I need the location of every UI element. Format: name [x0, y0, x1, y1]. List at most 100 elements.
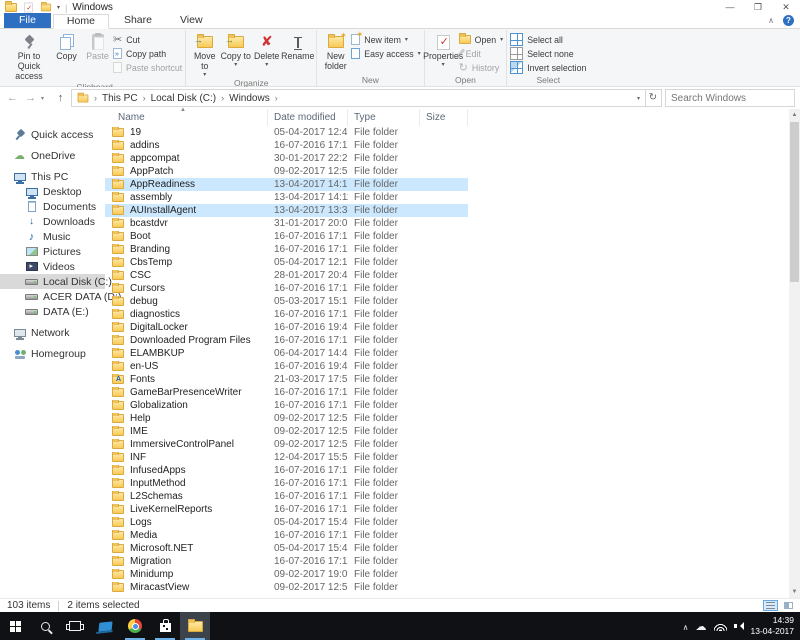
move-to-button[interactable]: → Move to▾ — [189, 30, 220, 78]
file-row[interactable]: Logs05-04-2017 15:40File folder — [105, 516, 468, 529]
back-icon[interactable]: ← — [5, 92, 20, 104]
file-row[interactable]: debug05-03-2017 15:17File folder — [105, 295, 468, 308]
file-row[interactable]: ImmersiveControlPanel09-02-2017 12:56Fil… — [105, 438, 468, 451]
file-row[interactable]: InputMethod16-07-2016 17:17File folder — [105, 477, 468, 490]
wifi-icon[interactable] — [714, 622, 727, 631]
copy-path-button[interactable]: Copy path — [113, 47, 182, 60]
file-row[interactable]: AUInstallAgent13-04-2017 13:38File folde… — [105, 204, 468, 217]
sidebar-item-videos[interactable]: Videos — [0, 259, 105, 274]
address-dropdown-icon[interactable]: ▾ — [637, 95, 640, 102]
refresh-icon[interactable]: ↻ — [645, 89, 662, 107]
file-row[interactable]: Help09-02-2017 12:56File folder — [105, 412, 468, 425]
sidebar-item-homegroup[interactable]: Homegroup — [0, 346, 105, 361]
task-view-button[interactable] — [60, 612, 90, 640]
new-item-button[interactable]: New item▾ — [351, 33, 420, 46]
vertical-scrollbar[interactable]: ▲ ▼ — [789, 109, 800, 598]
file-row[interactable]: INF12-04-2017 15:51File folder — [105, 451, 468, 464]
paste-shortcut-button[interactable]: Paste shortcut — [113, 61, 182, 74]
sidebar-item-quick-access[interactable]: Quick access — [0, 127, 105, 142]
file-row[interactable]: diagnostics16-07-2016 17:17File folder — [105, 308, 468, 321]
details-view-button[interactable] — [763, 600, 778, 611]
breadcrumb-windows[interactable]: Windows — [229, 93, 270, 104]
file-row[interactable]: Boot16-07-2016 17:17File folder — [105, 230, 468, 243]
file-row[interactable]: CSC28-01-2017 20:42File folder — [105, 269, 468, 282]
file-row[interactable]: assembly13-04-2017 14:11File folder — [105, 191, 468, 204]
file-row[interactable]: appcompat30-01-2017 22:21File folder — [105, 152, 468, 165]
file-row[interactable]: Cursors16-07-2016 17:17File folder — [105, 282, 468, 295]
column-header-size[interactable]: Size — [420, 109, 468, 126]
column-header-name[interactable]: Name▲ — [105, 109, 268, 126]
taskbar-chrome-app[interactable] — [120, 612, 150, 640]
tab-share[interactable]: Share — [111, 13, 165, 28]
file-row[interactable]: ELAMBKUP06-04-2017 14:42File folder — [105, 347, 468, 360]
file-row[interactable]: AppReadiness13-04-2017 14:17File folder — [105, 178, 468, 191]
file-row[interactable]: CbsTemp05-04-2017 12:16File folder — [105, 256, 468, 269]
sidebar-item-acer-data-d[interactable]: ACER DATA (D:) — [0, 289, 105, 304]
breadcrumb-local-disk[interactable]: Local Disk (C:) — [151, 93, 217, 104]
sidebar-item-data-e[interactable]: DATA (E:) — [0, 304, 105, 319]
sidebar-item-this-pc[interactable]: This PC — [0, 169, 105, 184]
easy-access-button[interactable]: Easy access▾ — [351, 47, 420, 60]
file-row[interactable]: 1905-04-2017 12:49File folder — [105, 126, 468, 139]
scroll-down-icon[interactable]: ▼ — [789, 586, 800, 598]
copy-button[interactable]: Copy — [51, 30, 82, 62]
file-row[interactable]: Globalization16-07-2016 17:17File folder — [105, 399, 468, 412]
copy-to-button[interactable]: → Copy to▾ — [220, 30, 251, 69]
taskbar-store-app[interactable] — [150, 612, 180, 640]
new-folder-button[interactable]: New folder — [320, 30, 351, 72]
onedrive-tray-icon[interactable] — [696, 617, 707, 635]
file-row[interactable]: IME09-02-2017 12:56File folder — [105, 425, 468, 438]
taskbar-file-explorer-app[interactable] — [180, 612, 210, 640]
taskbar-pen-device-app[interactable] — [90, 612, 120, 640]
history-button[interactable]: History — [459, 61, 504, 74]
properties-button[interactable]: Properties▾ — [428, 30, 459, 69]
minimize-button[interactable]: — — [716, 0, 744, 15]
file-row[interactable]: addins16-07-2016 17:17File folder — [105, 139, 468, 152]
file-row[interactable]: Minidump09-02-2017 19:09File folder — [105, 568, 468, 581]
help-icon[interactable]: ? — [783, 15, 794, 26]
file-row[interactable]: GameBarPresenceWriter16-07-2016 17:17Fil… — [105, 386, 468, 399]
breadcrumb[interactable]: › This PC › Local Disk (C:) › Windows › … — [71, 89, 646, 107]
maximize-button[interactable]: ❐ — [744, 0, 772, 15]
rename-button[interactable]: Rename — [282, 30, 313, 62]
properties-qat-icon[interactable] — [24, 3, 32, 13]
select-all-button[interactable]: Select all — [510, 33, 586, 46]
close-button[interactable]: ✕ — [772, 0, 800, 15]
tray-expand-icon[interactable] — [683, 617, 689, 635]
clock[interactable]: 14:39 13-04-2017 — [751, 615, 797, 636]
open-button[interactable]: Open▾ — [459, 33, 504, 46]
customize-qat-dropdown-icon[interactable]: ▾ — [57, 4, 60, 11]
taskbar-search-button[interactable] — [30, 612, 60, 640]
file-row[interactable]: Branding16-07-2016 17:17File folder — [105, 243, 468, 256]
scroll-up-icon[interactable]: ▲ — [789, 109, 800, 121]
file-row[interactable]: AppPatch09-02-2017 12:56File folder — [105, 165, 468, 178]
file-row[interactable]: Microsoft.NET05-04-2017 15:45File folder — [105, 542, 468, 555]
file-row[interactable]: Migration16-07-2016 17:17File folder — [105, 555, 468, 568]
file-row[interactable]: bcastdvr31-01-2017 20:07File folder — [105, 217, 468, 230]
file-row[interactable]: L2Schemas16-07-2016 17:17File folder — [105, 490, 468, 503]
sidebar-item-documents[interactable]: Documents — [0, 199, 105, 214]
search-box[interactable] — [665, 89, 795, 107]
file-row[interactable]: LiveKernelReports16-07-2016 17:17File fo… — [105, 503, 468, 516]
scrollbar-thumb[interactable] — [790, 122, 799, 282]
sidebar-item-local-disk-c[interactable]: Local Disk (C:) — [0, 274, 105, 289]
search-input[interactable] — [671, 93, 800, 104]
sidebar-item-pictures[interactable]: Pictures — [0, 244, 105, 259]
delete-button[interactable]: Delete▾ — [251, 30, 282, 69]
collapse-ribbon-icon[interactable]: ∧ — [768, 16, 774, 25]
file-row[interactable]: InfusedApps16-07-2016 17:17File folder — [105, 464, 468, 477]
volume-icon[interactable] — [734, 621, 744, 631]
edit-button[interactable]: Edit — [459, 47, 504, 60]
sidebar-item-desktop[interactable]: Desktop — [0, 184, 105, 199]
sidebar-item-downloads[interactable]: Downloads — [0, 214, 105, 229]
file-row[interactable]: DigitalLocker16-07-2016 19:42File folder — [105, 321, 468, 334]
up-icon[interactable]: ↑ — [53, 92, 68, 104]
tab-home[interactable]: Home — [53, 14, 109, 29]
invert-selection-button[interactable]: Invert selection — [510, 61, 586, 74]
breadcrumb-this-pc[interactable]: This PC — [102, 93, 138, 104]
cut-button[interactable]: Cut — [113, 33, 182, 46]
select-none-button[interactable]: Select none — [510, 47, 586, 60]
file-row[interactable]: MiracastView09-02-2017 12:56File folder — [105, 581, 468, 594]
tab-view[interactable]: View — [167, 13, 216, 28]
file-row[interactable]: Fonts21-03-2017 17:57File folder — [105, 373, 468, 386]
